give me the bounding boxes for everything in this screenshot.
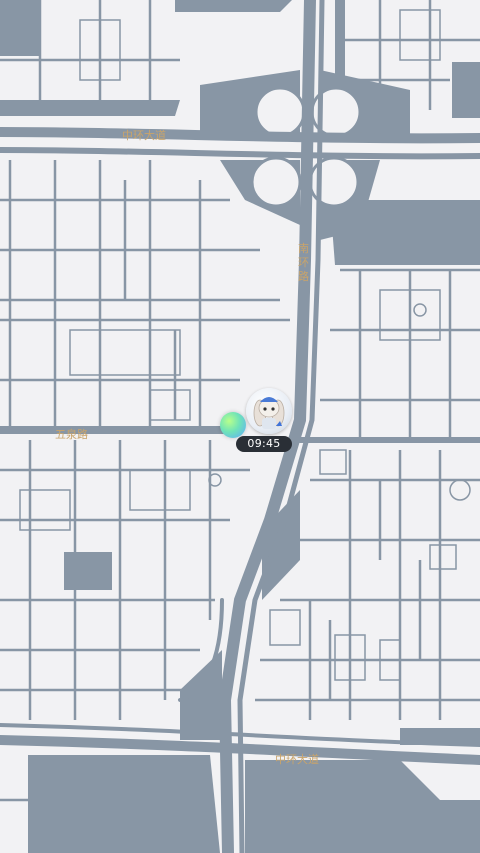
time-badge: 09:45 bbox=[236, 436, 292, 452]
road-label-bottom-avenue: 中环大道 bbox=[275, 752, 319, 766]
bunny-avatar-graphic bbox=[253, 397, 285, 429]
road-label-top-avenue: 中环大道 bbox=[122, 128, 166, 142]
road-label-vertical-char-1: 南 bbox=[298, 242, 309, 255]
road-label-left-road: 五泉路 bbox=[55, 427, 88, 441]
bunny-avatar-icon[interactable] bbox=[246, 388, 292, 434]
road-label-vertical-char-2: 环 bbox=[298, 256, 309, 269]
user-location-marker[interactable]: 09:45 bbox=[220, 388, 294, 452]
road-label-vertical-char-3: 路 bbox=[298, 270, 309, 283]
location-dot-icon bbox=[220, 412, 246, 438]
